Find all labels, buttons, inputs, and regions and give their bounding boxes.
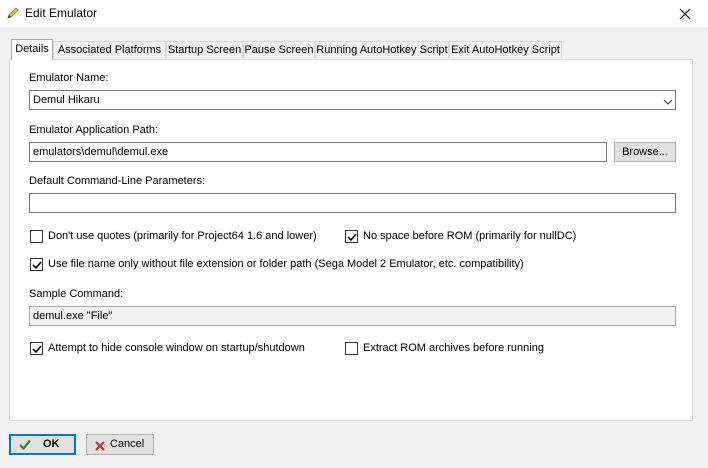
checkbox-box[interactable] [30, 342, 43, 355]
tab-associated-platforms[interactable]: Associated Platforms [53, 41, 166, 58]
checkbox-box[interactable] [345, 230, 358, 243]
hide-console-label: Attempt to hide console window on startu… [48, 342, 305, 354]
checkmark-icon [19, 439, 31, 456]
ok-button[interactable]: OK [9, 434, 76, 455]
no-quotes-checkbox[interactable]: Don't use quotes (primarily for Project6… [30, 230, 330, 244]
no-quotes-label: Don't use quotes (primarily for Project6… [48, 230, 317, 242]
app-path-input[interactable]: emulators\demul\demul.exe [29, 142, 607, 162]
chevron-down-icon[interactable] [663, 95, 673, 105]
cmd-params-input[interactable] [29, 193, 676, 213]
pencil-icon [6, 6, 20, 20]
tab-running-autohotkey-script[interactable]: Running AutoHotkey Script [315, 41, 449, 58]
checkmark-icon [32, 345, 42, 354]
ok-label: OK [43, 438, 60, 450]
emulator-name-combo[interactable]: Demul Hikaru [29, 90, 676, 110]
cmd-params-label: Default Command-Line Parameters: [29, 175, 206, 187]
checkmark-icon [347, 233, 357, 242]
sample-command-field: demul.exe "File" [29, 306, 676, 326]
file-name-only-label: Use file name only without file extensio… [48, 258, 524, 270]
emulator-name-value: Demul Hikaru [33, 94, 100, 106]
close-icon [679, 8, 691, 19]
title-bar: Edit Emulator [0, 0, 708, 27]
no-space-checkbox[interactable]: No space before ROM (primarily for nullD… [345, 230, 577, 244]
browse-button[interactable]: Browse... [614, 142, 676, 162]
sample-command-label: Sample Command: [29, 288, 124, 300]
cancel-label: Cancel [110, 438, 145, 450]
x-mark-icon [95, 439, 105, 458]
file-name-only-checkbox[interactable]: Use file name only without file extensio… [30, 258, 524, 272]
tab-details[interactable]: Details [11, 39, 53, 60]
app-path-label: Emulator Application Path: [29, 124, 159, 136]
no-space-label: No space before ROM (primarily for nullD… [363, 230, 577, 242]
cancel-button[interactable]: Cancel [86, 434, 154, 455]
extract-rom-label: Extract ROM archives before running [363, 342, 544, 354]
tab-pause-screen[interactable]: Pause Screen [243, 41, 315, 58]
tab-startup-screen[interactable]: Startup Screen [166, 41, 243, 58]
hide-console-checkbox[interactable]: Attempt to hide console window on startu… [30, 342, 310, 356]
checkmark-icon [32, 261, 42, 270]
checkbox-box[interactable] [30, 230, 43, 243]
extract-rom-checkbox[interactable]: Extract ROM archives before running [345, 342, 545, 356]
window-title: Edit Emulator [25, 6, 98, 20]
close-button[interactable] [662, 0, 708, 27]
checkbox-box[interactable] [30, 258, 43, 271]
tab-exit-autohotkey-script[interactable]: Exit AutoHotkey Script [449, 41, 562, 58]
emulator-name-label: Emulator Name: [29, 72, 109, 84]
checkbox-box[interactable] [345, 342, 358, 355]
